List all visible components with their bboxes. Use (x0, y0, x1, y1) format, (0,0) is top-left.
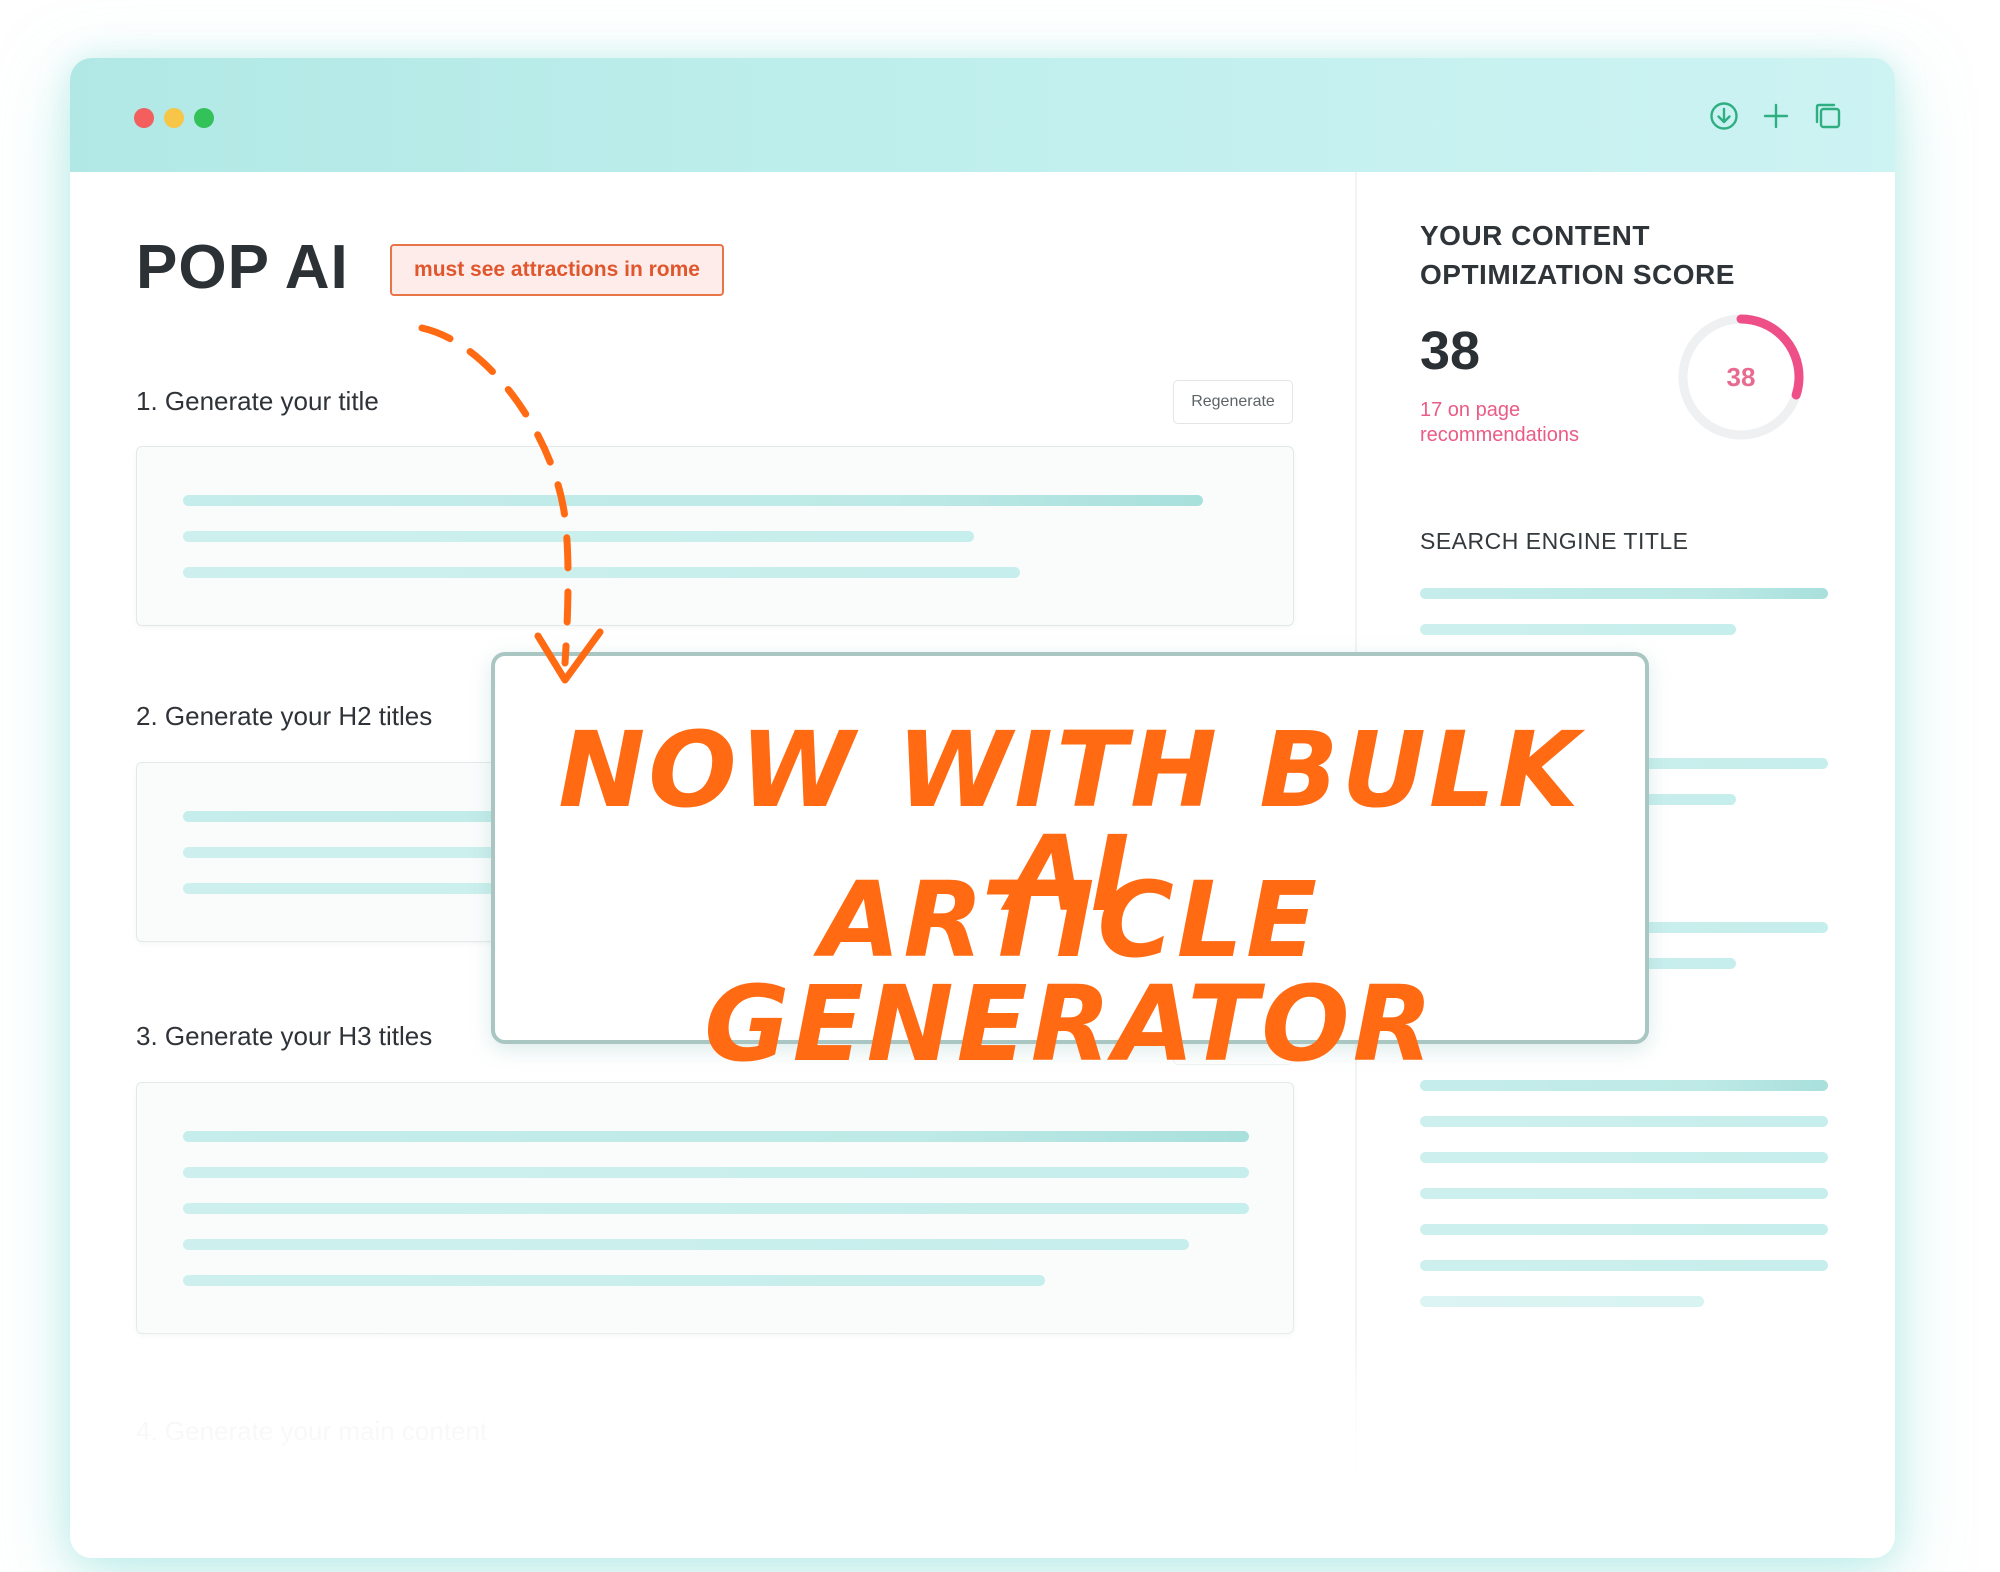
step-2-label: 2. Generate your H2 titles (136, 701, 433, 731)
placeholder-line (183, 1275, 1045, 1286)
placeholder-line (183, 1131, 1249, 1142)
search-engine-title-label: SEARCH ENGINE TITLE (1420, 528, 1689, 554)
step-3-label: 3. Generate your H3 titles (136, 1021, 433, 1051)
placeholder-line (183, 1239, 1189, 1250)
regenerate-button[interactable]: Regenerate (1173, 380, 1293, 424)
maximize-window-button[interactable] (194, 108, 214, 128)
dashed-arrow-icon (418, 324, 604, 684)
h3-card (136, 1082, 1294, 1334)
placeholder-line (1420, 624, 1736, 635)
promo-banner: NOW WITH BULK AI ARTICLE GENERATOR (491, 652, 1649, 1076)
placeholder-line (183, 495, 1203, 506)
score-value: 38 (1420, 321, 1481, 381)
copy-icon[interactable] (1810, 98, 1846, 134)
placeholder-line (1420, 1260, 1828, 1271)
title-bar (70, 58, 1895, 172)
step-4-label: 4. Generate your main content (136, 1416, 488, 1446)
placeholder-line (1420, 1116, 1828, 1127)
placeholder-line (1420, 1296, 1704, 1307)
gauge-value: 38 (1726, 361, 1756, 392)
placeholder-line (1420, 1188, 1828, 1199)
keyword-tag[interactable]: must see attractions in rome (390, 244, 724, 296)
placeholder-line (183, 1203, 1249, 1214)
recommendations-link[interactable]: 17 on page recommendations (1420, 398, 1640, 448)
placeholder-line (1420, 1224, 1828, 1235)
plus-icon[interactable] (1758, 98, 1794, 134)
brand-title: POP AI (136, 233, 349, 302)
minimize-window-button[interactable] (164, 108, 184, 128)
close-window-button[interactable] (134, 108, 154, 128)
placeholder-line (1420, 1080, 1828, 1091)
placeholder-line (1420, 588, 1828, 599)
placeholder-line (183, 1167, 1249, 1178)
download-icon[interactable] (1706, 98, 1742, 134)
title-card (136, 446, 1294, 626)
step-1-label: 1. Generate your title (136, 386, 379, 416)
placeholder-line (1420, 1152, 1828, 1163)
score-heading: YOUR CONTENT OPTIMIZATION SCORE (1420, 220, 1735, 290)
regenerate-button-main[interactable] (1173, 1414, 1293, 1458)
promo-line-2: ARTICLE GENERATOR (704, 859, 1436, 1085)
